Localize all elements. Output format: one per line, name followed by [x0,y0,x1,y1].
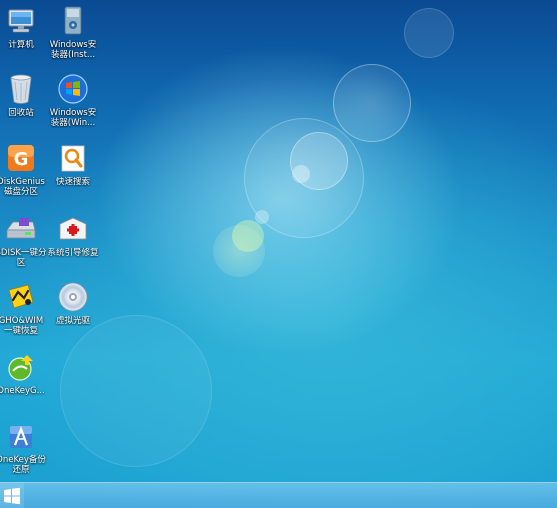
quick-search-icon [56,141,90,175]
onekey-ghost-icon [4,350,38,384]
diskgenius-icon: G [4,141,38,175]
desktop-icon-quick-search[interactable]: 快速搜索 [40,141,106,187]
sdisk-partition-icon [4,212,38,246]
desktop-icon-label: OneKeyG... [0,386,45,396]
windows-start-icon [4,487,20,505]
desktop-icon-virtual-drive[interactable]: 虚拟光驱 [40,280,106,326]
desktop-icon-label: 快速搜索 [55,177,90,187]
bokeh-light [244,118,364,238]
start-button[interactable] [0,483,24,508]
bokeh-light [213,225,265,277]
recycle-bin-icon [4,72,38,106]
virtual-drive-icon [56,280,90,314]
bokeh-light [255,210,269,224]
onekey-backup-icon [4,419,38,453]
boot-repair-icon [56,212,90,246]
taskbar [0,482,557,508]
bokeh-light [333,64,411,142]
desktop-icon-label: 系统引导修复 [47,248,99,258]
desktop-icon-onekey-ghost[interactable]: OneKeyG... [0,350,54,396]
desktop-icon-onekey-backup[interactable]: OneKey备份 还原 [0,419,54,475]
desktop-icon-boot-repair[interactable]: 系统引导修复 [40,212,106,258]
windows-logo-icon [56,72,90,106]
gho-wim-restore-icon [4,280,38,314]
windows-installer-icon [56,4,90,38]
bokeh-light [232,220,264,252]
desktop-icon-windows-installer-win[interactable]: Windows安 装器(Win... [40,72,106,128]
desktop-icon-label: Windows安 装器(Inst... [49,40,97,60]
bokeh-light [60,315,212,467]
desktop-icon-label: OneKey备份 还原 [0,455,46,475]
desktop: 计算机 回收站 G DiskGenius 磁盘分区 SDISK一键分 区 GHO… [0,0,557,508]
svg-text:G: G [14,149,29,170]
desktop-icon-windows-installer-inst[interactable]: Windows安 装器(Inst... [40,4,106,60]
bokeh-light [290,132,348,190]
bokeh-light [404,8,454,58]
computer-icon [4,4,38,38]
desktop-icon-label: 虚拟光驱 [55,316,90,326]
bokeh-light [292,165,310,183]
desktop-icon-label: Windows安 装器(Win... [49,108,97,128]
